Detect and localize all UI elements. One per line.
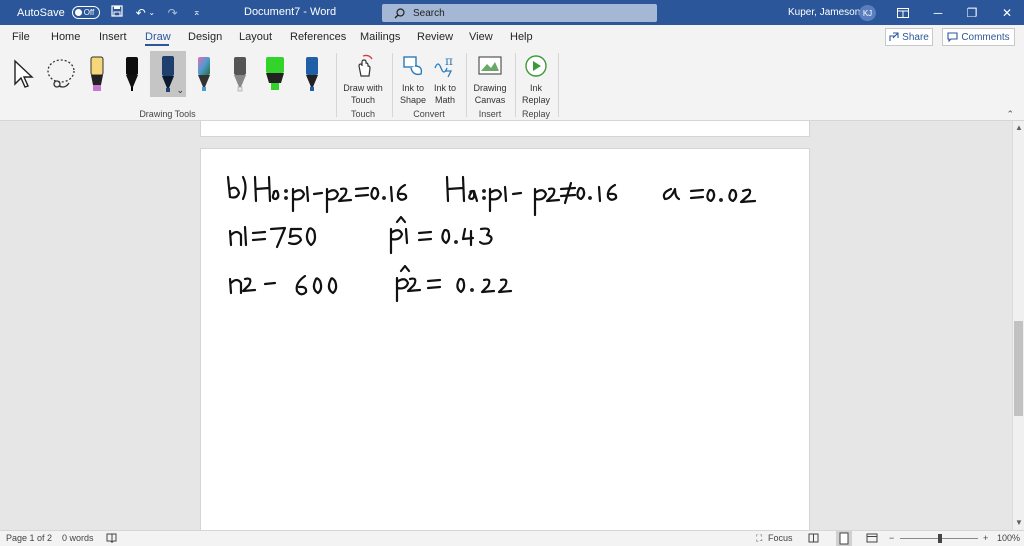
status-bar: Page 1 of 2 0 words ⛶ Focus − + 100% xyxy=(0,530,1024,546)
draw-with-touch-label-1: Draw with xyxy=(343,83,383,93)
print-layout-icon[interactable] xyxy=(836,531,852,546)
active-tab-indicator xyxy=(145,44,169,46)
ink-to-math-label-1: Ink to xyxy=(433,83,456,93)
focus-mode-icon[interactable]: ⛶ xyxy=(756,533,762,544)
user-name[interactable]: Kuper, Jameson xyxy=(788,7,860,18)
zoom-in-icon[interactable]: + xyxy=(983,533,988,543)
document-area xyxy=(0,121,1012,530)
focus-mode-label[interactable]: Focus xyxy=(768,533,793,543)
minimize-icon[interactable]: ─ xyxy=(921,0,955,25)
ink-to-shape-label-2: Shape xyxy=(399,95,427,105)
share-button[interactable]: Share xyxy=(885,28,933,46)
close-icon[interactable]: ✕ xyxy=(990,0,1024,25)
pen-tool-5-icon[interactable] xyxy=(300,51,324,97)
scroll-down-icon[interactable]: ▼ xyxy=(1015,518,1023,527)
previous-page-bottom xyxy=(200,121,810,137)
word-count[interactable]: 0 words xyxy=(62,533,94,543)
drawing-canvas-label-1: Drawing xyxy=(473,83,507,93)
collapse-ribbon-icon[interactable]: ⌃ xyxy=(1006,109,1014,120)
scrollbar-thumb[interactable] xyxy=(1014,321,1023,416)
pen-tool-2-icon[interactable] xyxy=(120,51,144,97)
zoom-out-icon[interactable]: − xyxy=(889,533,894,543)
zoom-level[interactable]: 100% xyxy=(997,533,1020,543)
autosave-toggle[interactable]: Off xyxy=(71,6,100,19)
draw-with-touch-icon xyxy=(340,53,386,79)
document-title: Document7 - Word xyxy=(244,6,337,18)
tab-references[interactable]: References xyxy=(290,31,346,43)
read-mode-icon[interactable] xyxy=(808,533,819,545)
ink-replay-label-2: Replay xyxy=(521,95,550,105)
tab-review[interactable]: Review xyxy=(417,31,453,43)
search-icon xyxy=(394,7,405,18)
document-page[interactable] xyxy=(200,148,810,530)
group-separator xyxy=(466,53,467,117)
zoom-slider-thumb[interactable] xyxy=(938,534,942,543)
drawing-canvas-label-2: Canvas xyxy=(474,95,506,105)
comment-icon xyxy=(947,32,958,42)
web-layout-icon[interactable] xyxy=(866,533,878,545)
group-label-replay: Replay xyxy=(521,109,550,119)
pen-tool-1-icon[interactable] xyxy=(84,51,110,97)
drawing-canvas-button[interactable]: Drawing Canvas xyxy=(470,53,510,106)
undo-icon[interactable]: ↶ xyxy=(134,6,148,20)
tab-file[interactable]: File xyxy=(12,31,30,43)
avatar[interactable]: KJ xyxy=(859,5,876,21)
lasso-select-icon[interactable] xyxy=(44,51,78,97)
ink-to-math-icon: π xyxy=(429,53,461,79)
ink-to-math-label-2: Math xyxy=(434,95,455,105)
tab-view[interactable]: View xyxy=(469,31,493,43)
handwritten-ink xyxy=(226,175,757,303)
ink-to-shape-icon xyxy=(397,53,429,79)
group-label-touch: Touch xyxy=(350,109,376,119)
tab-design[interactable]: Design xyxy=(188,31,222,43)
group-separator xyxy=(392,53,393,117)
group-label-convert: Convert xyxy=(413,109,445,119)
title-bar: AutoSave Off ↶ ⌄ ↷ ⌅ Document7 - Word Se… xyxy=(0,0,1024,25)
highlighter-tool-icon[interactable] xyxy=(262,51,288,97)
undo-dropdown-icon[interactable]: ⌄ xyxy=(148,8,156,17)
ink-to-math-button[interactable]: π Ink to Math xyxy=(429,53,461,106)
vertical-scrollbar[interactable]: ▲ ▼ xyxy=(1012,121,1024,530)
proofing-icon[interactable] xyxy=(106,533,117,545)
group-label-drawing-tools: Drawing Tools xyxy=(139,109,196,119)
tab-mailings[interactable]: Mailings xyxy=(360,31,400,43)
select-tool-icon[interactable] xyxy=(10,51,38,97)
tab-draw[interactable]: Draw xyxy=(145,31,171,43)
draw-with-touch-button[interactable]: Draw with Touch xyxy=(340,53,386,106)
svg-text:π: π xyxy=(445,54,453,68)
tab-layout[interactable]: Layout xyxy=(239,31,272,43)
ink-replay-label-1: Ink xyxy=(529,83,542,93)
scroll-up-icon[interactable]: ▲ xyxy=(1015,123,1023,132)
search-placeholder: Search xyxy=(413,7,445,19)
pen-tool-3-icon[interactable]: ⌄ xyxy=(150,51,186,97)
save-icon[interactable] xyxy=(110,5,124,20)
page-count[interactable]: Page 1 of 2 xyxy=(6,533,52,543)
group-separator xyxy=(558,53,559,117)
ribbon-display-options-icon[interactable] xyxy=(886,0,920,25)
pen-options-chevron-icon[interactable]: ⌄ xyxy=(176,85,184,96)
customize-toolbar-icon[interactable]: ⌅ xyxy=(190,7,204,18)
ink-to-shape-label-1: Ink to xyxy=(401,83,424,93)
ink-replay-icon xyxy=(518,53,554,79)
draw-with-touch-label-2: Touch xyxy=(350,95,376,105)
autosave-label: AutoSave xyxy=(17,6,65,19)
tab-help[interactable]: Help xyxy=(510,31,533,43)
tab-insert[interactable]: Insert xyxy=(99,31,127,43)
ribbon: ⌄ Drawing Tools Draw with Touch Touch In… xyxy=(0,49,1024,121)
drawing-canvas-icon xyxy=(470,53,510,79)
ink-replay-button[interactable]: Ink Replay xyxy=(518,53,554,106)
pencil-tool-icon[interactable] xyxy=(228,51,252,97)
group-separator xyxy=(336,53,337,117)
comments-button[interactable]: Comments xyxy=(942,28,1015,46)
pen-tool-4-icon[interactable] xyxy=(192,51,216,97)
tab-home[interactable]: Home xyxy=(51,31,80,43)
group-label-insert: Insert xyxy=(478,109,502,119)
ink-to-shape-button[interactable]: Ink to Shape xyxy=(397,53,429,106)
search-box[interactable]: Search xyxy=(382,4,657,22)
redo-icon[interactable]: ↷ xyxy=(166,6,180,20)
restore-icon[interactable]: ❐ xyxy=(955,0,989,25)
share-icon xyxy=(889,32,899,41)
group-separator xyxy=(515,53,516,117)
